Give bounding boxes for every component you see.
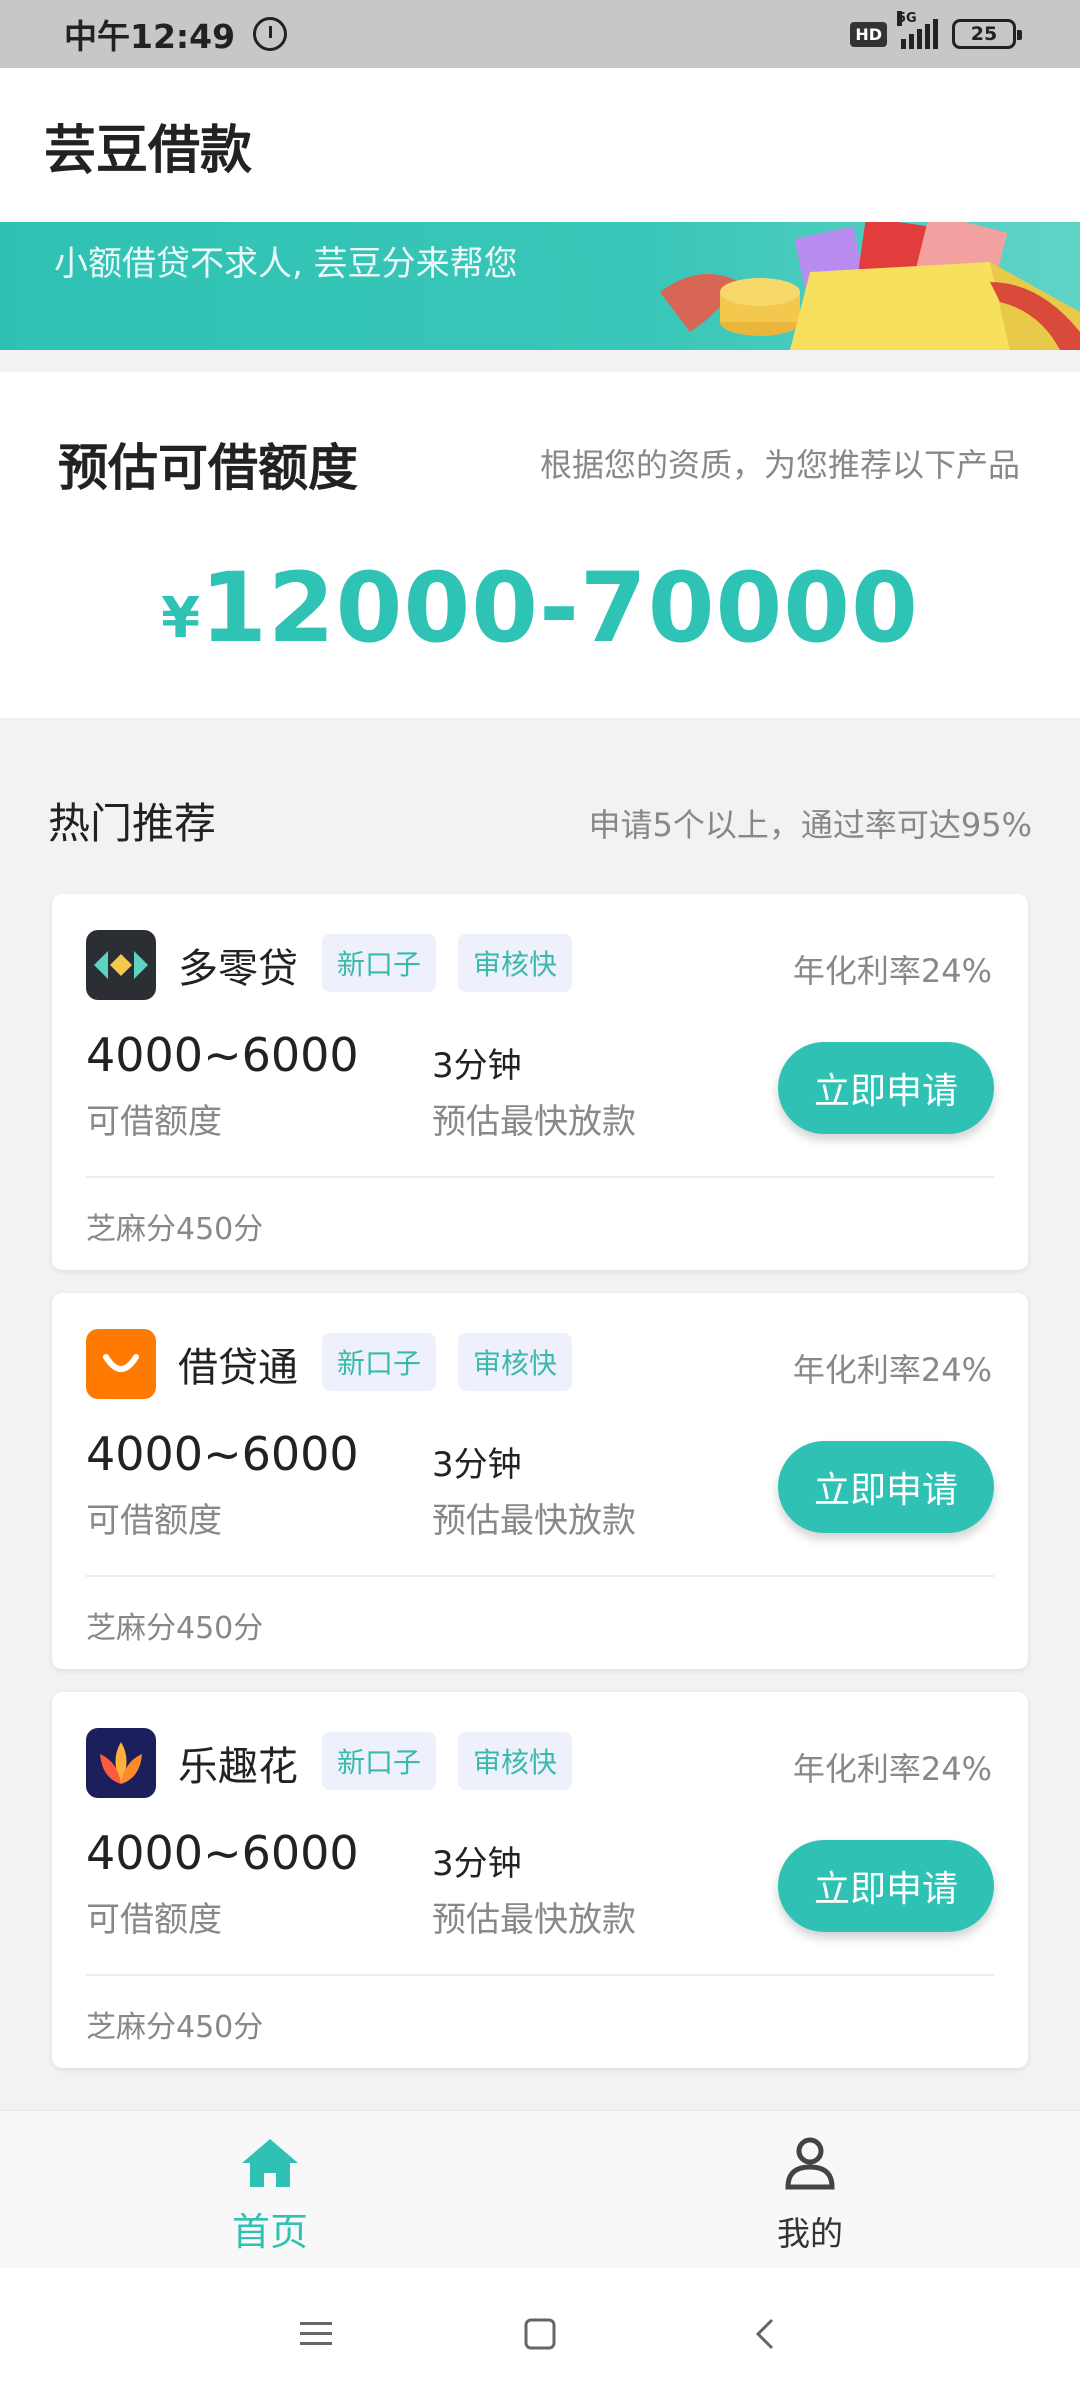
quota-amount-value: 12000-70000 — [200, 552, 919, 664]
divider — [86, 1176, 994, 1178]
hot-section-title: 热门推荐 — [48, 799, 217, 848]
product-time: 3分钟 — [432, 1046, 522, 1086]
nav-mine[interactable]: 我的 — [540, 2111, 1080, 2269]
banner-text: 小额借贷不求人, 芸豆分来帮您 — [54, 244, 518, 284]
product-time-label: 预估最快放款 — [432, 1900, 636, 1940]
jiedaitong-logo-icon — [86, 1329, 156, 1399]
product-card[interactable]: 多零贷 新口子 审核快 年化利率24% 4000~6000 可借额度 3分钟 预… — [52, 894, 1028, 1270]
product-list: 多零贷 新口子 审核快 年化利率24% 4000~6000 可借额度 3分钟 预… — [52, 894, 1028, 2091]
battery-icon: 25 — [952, 19, 1022, 49]
alarm-icon — [253, 17, 288, 51]
hot-section-note: 申请5个以上，通过率可达95% — [588, 806, 1033, 844]
product-tag: 新口子 — [322, 1333, 437, 1391]
page-title: 芸豆借款 — [44, 120, 253, 181]
product-time: 3分钟 — [432, 1844, 522, 1884]
product-card[interactable]: 借贷通 新口子 审核快 年化利率24% 4000~6000 可借额度 3分钟 预… — [52, 1293, 1028, 1669]
nav-home[interactable]: 首页 — [0, 2111, 540, 2269]
user-icon — [785, 2137, 835, 2190]
gift-box-illustration — [660, 222, 1080, 350]
quota-amount: ¥12000-70000 — [0, 552, 1080, 664]
product-tags: 新口子 审核快 — [322, 934, 573, 992]
network-type: 5G — [897, 11, 917, 26]
product-time-label: 预估最快放款 — [432, 1102, 636, 1142]
product-name: 乐趣花 — [178, 1744, 298, 1790]
home-icon — [242, 2139, 298, 2187]
product-amount: 4000~6000 — [86, 1826, 359, 1880]
home-button-icon[interactable] — [518, 2312, 562, 2356]
product-tag: 新口子 — [322, 1732, 437, 1790]
status-indicators: HD 5G 25 — [850, 11, 1022, 49]
duolingdai-logo-icon — [86, 930, 156, 1000]
system-nav-bar — [0, 2268, 1080, 2400]
apply-button[interactable]: 立即申请 — [778, 1441, 994, 1533]
product-amount-label: 可借额度 — [86, 1900, 222, 1940]
battery-level: 25 — [970, 23, 998, 45]
product-name: 多零贷 — [178, 946, 298, 992]
product-rate: 年化利率24% — [792, 952, 992, 990]
quota-title: 预估可借额度 — [58, 439, 358, 497]
apply-button[interactable]: 立即申请 — [778, 1042, 994, 1134]
quota-card: 预估可借额度 根据您的资质，为您推荐以下产品 ¥12000-70000 — [0, 372, 1080, 718]
product-zhima-score: 芝麻分450分 — [86, 1611, 264, 1646]
app-header: 芸豆借款 — [0, 68, 1080, 222]
product-tag: 审核快 — [458, 934, 573, 992]
quota-description: 根据您的资质，为您推荐以下产品 — [539, 446, 1020, 484]
product-zhima-score: 芝麻分450分 — [86, 1212, 264, 1247]
status-bar: 中午12:49 HD 5G 25 — [0, 0, 1080, 68]
apply-button[interactable]: 立即申请 — [778, 1840, 994, 1932]
promo-banner[interactable]: 小额借贷不求人, 芸豆分来帮您 — [0, 222, 1080, 350]
product-name: 借贷通 — [178, 1345, 298, 1391]
status-time: 中午12:49 — [64, 17, 236, 56]
product-amount-label: 可借额度 — [86, 1501, 222, 1541]
product-rate: 年化利率24% — [792, 1351, 992, 1389]
product-time: 3分钟 — [432, 1445, 522, 1485]
product-rate: 年化利率24% — [792, 1750, 992, 1788]
product-tags: 新口子 审核快 — [322, 1732, 573, 1790]
nav-home-label: 首页 — [231, 2210, 308, 2254]
product-zhima-score: 芝麻分450分 — [86, 2010, 264, 2045]
product-tag: 新口子 — [322, 934, 437, 992]
back-icon[interactable] — [744, 2312, 788, 2356]
hd-badge: HD — [850, 21, 887, 47]
product-tags: 新口子 审核快 — [322, 1333, 573, 1391]
divider — [86, 1575, 994, 1577]
signal-icon: 5G — [897, 11, 938, 49]
product-time-label: 预估最快放款 — [432, 1501, 636, 1541]
product-amount: 4000~6000 — [86, 1427, 359, 1481]
bottom-nav: 首页 我的 — [0, 2110, 1080, 2268]
product-tag: 审核快 — [458, 1333, 573, 1391]
menu-icon[interactable] — [294, 2312, 338, 2356]
product-card[interactable]: 乐趣花 新口子 审核快 年化利率24% 4000~6000 可借额度 3分钟 预… — [52, 1692, 1028, 2068]
product-amount: 4000~6000 — [86, 1028, 359, 1082]
nav-mine-label: 我的 — [777, 2214, 843, 2253]
hot-section-header: 热门推荐 申请5个以上，通过率可达95% — [0, 780, 1080, 850]
lequhua-logo-icon — [86, 1728, 156, 1798]
currency-symbol: ¥ — [161, 586, 201, 651]
divider — [86, 1974, 994, 1976]
product-amount-label: 可借额度 — [86, 1102, 222, 1142]
product-tag: 审核快 — [458, 1732, 573, 1790]
